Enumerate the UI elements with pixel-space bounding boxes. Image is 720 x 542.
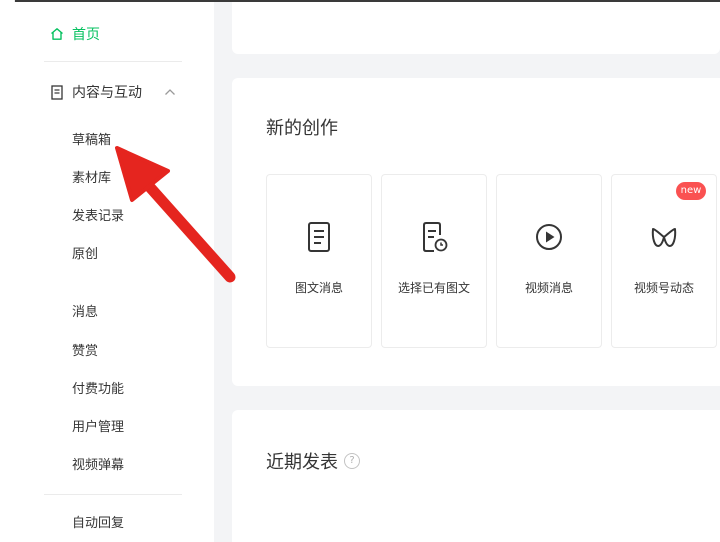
article-icon <box>308 222 330 252</box>
select-existing-article-tile[interactable]: 选择已有图文 <box>381 174 487 348</box>
help-icon[interactable]: ? <box>344 453 360 469</box>
channels-icon <box>651 228 677 247</box>
video-message-label: 视频消息 <box>524 281 573 295</box>
sidebar-item-home-label: 首页 <box>72 27 100 43</box>
sidebar: 首页 内容与互动 草稿箱 素材库 发表记录 原创 消息 赞赏 付费功能 用户管理… <box>14 2 214 542</box>
select-existing-article-label: 选择已有图文 <box>397 281 470 295</box>
chevron-up-icon[interactable] <box>164 88 176 96</box>
top-card <box>232 2 720 54</box>
sidebar-item-rewards[interactable]: 赞赏 <box>72 341 98 363</box>
sidebar-item-drafts[interactable]: 草稿箱 <box>72 130 111 152</box>
new-creation-title: 新的创作 <box>266 118 338 139</box>
recent-posts-heading: 近期发表 ? <box>266 448 360 474</box>
sidebar-section-content[interactable]: 内容与互动 <box>50 80 180 104</box>
sidebar-item-auto-reply[interactable]: 自动回复 <box>72 513 124 535</box>
channels-post-label: 视频号动态 <box>633 281 694 295</box>
sidebar-item-home[interactable]: 首页 <box>50 22 100 46</box>
create-article-label: 图文消息 <box>294 281 343 295</box>
sidebar-item-user-management[interactable]: 用户管理 <box>72 417 124 439</box>
new-creation-card: 新的创作 图文消息 选择已有图文 视频消息 视频号动态 <box>232 78 720 386</box>
sidebar-section-label: 内容与互动 <box>72 85 142 101</box>
sidebar-item-video-danmaku[interactable]: 视频弹幕 <box>72 455 124 477</box>
home-icon <box>51 28 63 40</box>
new-badge: new <box>676 182 706 200</box>
play-icon <box>536 224 562 250</box>
sidebar-divider <box>44 494 182 495</box>
existing-article-icon <box>423 222 448 252</box>
sidebar-item-paid-features[interactable]: 付费功能 <box>72 379 124 401</box>
document-icon <box>51 84 63 100</box>
sidebar-item-library[interactable]: 素材库 <box>72 168 111 190</box>
video-message-tile[interactable]: 视频消息 <box>496 174 602 348</box>
recent-posts-title: 近期发表 <box>266 452 338 473</box>
create-article-tile[interactable]: 图文消息 <box>266 174 372 348</box>
sidebar-item-messages[interactable]: 消息 <box>72 302 98 324</box>
sidebar-item-publish-history[interactable]: 发表记录 <box>72 206 124 228</box>
sidebar-divider <box>44 61 182 62</box>
channels-post-tile[interactable]: 视频号动态 <box>611 174 717 348</box>
window-left-edge <box>0 0 15 542</box>
recent-posts-card: 近期发表 ? <box>232 410 720 542</box>
sidebar-item-original[interactable]: 原创 <box>72 244 98 266</box>
